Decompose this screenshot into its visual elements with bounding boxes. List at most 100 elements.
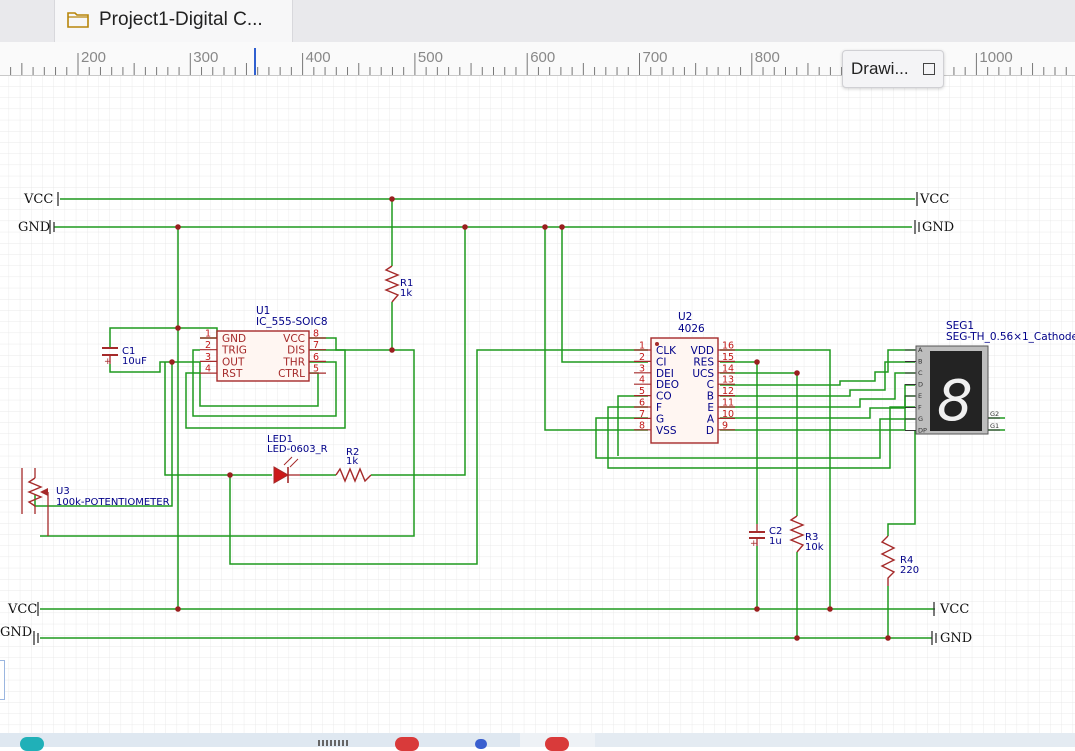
vcc-label: VCC (7, 602, 37, 617)
taskbar-app-icon[interactable] (20, 737, 44, 751)
ic-pin-number: 10 (722, 409, 734, 420)
taskbar-app-icon[interactable] (545, 737, 569, 751)
tab-project[interactable]: Project1-Digital C... (54, 0, 293, 42)
ic-pin-number: 4 (205, 364, 211, 375)
ic-pin-name: UCS (692, 368, 714, 380)
svg-text:+: + (104, 357, 112, 367)
ruler-label: 200 (81, 49, 106, 66)
svg-text:+: + (750, 539, 758, 549)
seg-pin-name: E (918, 392, 922, 400)
junction-dot (175, 224, 181, 230)
ic-pin-name: VDD (691, 345, 714, 357)
ic-pin-number: 9 (722, 420, 728, 431)
ic-pin-name: THR (282, 356, 305, 368)
junction-dot (794, 370, 800, 376)
drawing-label: Drawi... (851, 59, 909, 78)
ruler-label: 600 (530, 49, 555, 66)
u2-ref: U2 (678, 311, 692, 323)
c2-value: 1u (769, 536, 782, 547)
seg1-digit: 8 (937, 369, 973, 434)
junction-dot (794, 635, 800, 641)
tab-title: Project1-Digital C... (99, 9, 263, 30)
ruler-label: 700 (643, 49, 668, 66)
junction-dot (169, 359, 175, 365)
ic-pin-number: 7 (639, 409, 645, 420)
seg-pin-name: DP (918, 427, 927, 435)
vcc-label: VCC (23, 192, 53, 207)
ic-pin-number: 12 (722, 386, 734, 397)
gnd-label: GND (18, 220, 50, 235)
os-taskbar (0, 733, 1075, 751)
junction-dot (462, 224, 468, 230)
ic-pin-number: 3 (639, 363, 645, 374)
junction-dot (827, 606, 833, 612)
ruler-label: 800 (755, 49, 780, 66)
taskbar-app-icon[interactable] (395, 737, 419, 751)
seg-pin-name: G2 (990, 410, 999, 418)
junction-dot (175, 325, 181, 331)
junction-dot (542, 224, 548, 230)
junction-dot (559, 224, 565, 230)
ic-pin-number: 1 (639, 341, 645, 352)
junction-dot (754, 359, 760, 365)
ic-pin-number: 5 (639, 386, 645, 397)
ruler-label: 300 (193, 49, 218, 66)
maximize-icon (923, 63, 935, 75)
ic-pin-name: DEI (656, 368, 674, 380)
ic-pin-number: 2 (639, 352, 645, 363)
junction-dot (227, 472, 233, 478)
taskbar-app-icon[interactable] (475, 739, 487, 749)
taskbar-app-icon[interactable] (318, 740, 348, 746)
ic-pin-number: 8 (639, 420, 645, 431)
ic-pin-number: 3 (205, 352, 211, 363)
r4-value: 220 (900, 565, 919, 576)
ruler-label: 400 (306, 49, 331, 66)
seg-pin-name: B (918, 358, 922, 366)
led1-value: LED-0603_R (267, 444, 328, 455)
seg-pin-name: C (918, 369, 923, 377)
ic-pin-name: OUT (222, 356, 245, 368)
ic-pin-number: 2 (205, 340, 211, 351)
ic-pin-name: CTRL (278, 368, 305, 380)
ic-pin-number: 14 (722, 363, 734, 374)
ic-pin-number: 15 (722, 352, 734, 363)
ic-pin-name: DIS (287, 345, 305, 357)
seg-pin-name: D (918, 381, 923, 389)
tab-bar: Project1-Digital C... (0, 0, 1075, 42)
ic-pin-name: VSS (656, 425, 677, 437)
folder-icon (67, 12, 89, 28)
ic-pin-name: CI (656, 356, 666, 368)
ic-pin-name: CLK (656, 345, 677, 357)
u1-value: IC_555-SOIC8 (256, 316, 328, 328)
ic-pin-name: G (656, 413, 664, 425)
gnd-label: GND (922, 220, 954, 235)
seg-pin-name: A (918, 346, 923, 354)
junction-dot (885, 635, 891, 641)
drawing-panel-button[interactable]: Drawi... (842, 50, 944, 88)
ruler-label: 500 (418, 49, 443, 66)
junction-dot (754, 606, 760, 612)
ic-pin-number: 16 (722, 341, 734, 352)
u3-ref: U3 (56, 486, 70, 497)
left-panel-edge[interactable] (0, 660, 5, 700)
gnd-label: GND (940, 631, 972, 646)
u3-value: 100k-POTENTIOMETER (56, 497, 170, 508)
schematic-canvas[interactable]: VCC GND VCC GND VCC GND VCC GND U1 IC_55… (0, 76, 1075, 733)
r1-value: 1k (400, 288, 412, 299)
ic-pin-name: TRIG (221, 345, 247, 357)
junction-dot (389, 196, 395, 202)
seg-pin-name: G (918, 415, 923, 423)
ic-pin-name: RST (222, 368, 243, 380)
ic-pin-number: 7 (313, 340, 319, 351)
ic-pin-name: RES (693, 356, 714, 368)
ruler-label: 1000 (979, 49, 1012, 66)
ic-pin-number: 6 (313, 352, 319, 363)
vcc-label: VCC (939, 602, 969, 617)
ic-pin-name: GND (222, 333, 246, 345)
ic-pin-name: DEO (656, 379, 679, 391)
ic-pin-name: D (706, 425, 714, 437)
gnd-label: GND (0, 625, 32, 640)
ic-pin-name: VCC (283, 333, 305, 345)
ic-pin-number: 5 (313, 364, 319, 375)
vcc-label: VCC (919, 192, 949, 207)
